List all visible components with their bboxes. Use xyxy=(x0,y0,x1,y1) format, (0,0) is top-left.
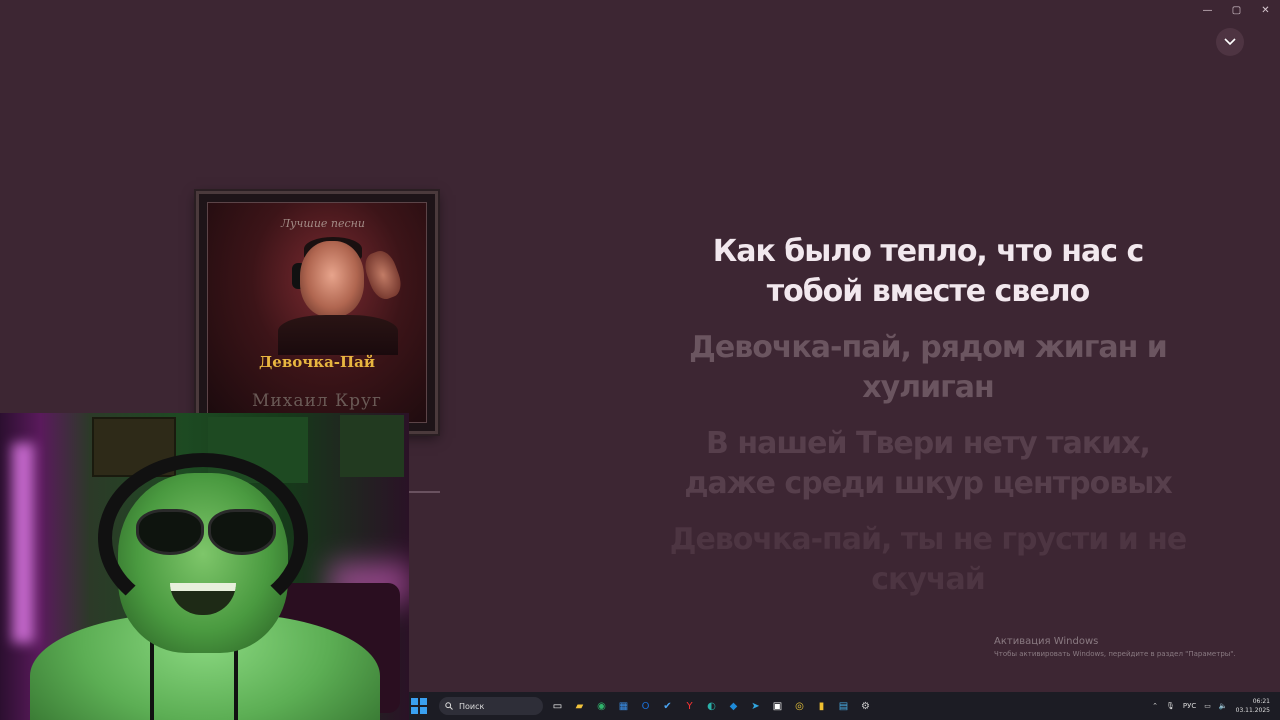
activation-title: Активация Windows xyxy=(994,636,1099,647)
lyric-text: Девочка-пай, ты не грусти и не xyxy=(669,522,1188,557)
system-tray: ⌃ 🎙 РУС ▭ 🔈 06:21 03.11.2025 xyxy=(1152,697,1280,715)
windows-activation-watermark: Активация Windows Чтобы активировать Win… xyxy=(994,636,1236,658)
windows-taskbar: Поиск ▭ ▰ ◉ ▦ O ✔ Y ◐ ◆ ➤ ▣ ◎ ▮ ▤ ⚙ ⌃ 🎙 РУС ▭ 🔈 06:21 … xyxy=(409,692,1280,720)
lyric-text: скучай xyxy=(871,562,986,597)
artist-body xyxy=(278,315,398,355)
telegram-icon[interactable]: ➤ xyxy=(747,698,764,715)
webcam-overlay xyxy=(0,413,409,720)
maximize-button[interactable]: ▢ xyxy=(1222,0,1251,20)
led-light xyxy=(12,443,34,643)
album-artwork: Лучшие песни Девочка-Пай Михаил Круг xyxy=(207,202,427,423)
settings-icon[interactable]: ⚙ xyxy=(857,698,874,715)
taskbar-clock[interactable]: 06:21 03.11.2025 xyxy=(1236,697,1270,715)
lyric-line-active[interactable]: Как было тепло, что нас с тобой вместе с… xyxy=(640,232,1216,312)
app-icon-4[interactable]: ▮ xyxy=(813,698,830,715)
lyric-text: тобой вместе свело xyxy=(766,274,1091,309)
edge-icon[interactable]: ◉ xyxy=(593,698,610,715)
app-icon-3[interactable]: ▣ xyxy=(769,698,786,715)
lyric-text: Как было тепло, что нас с xyxy=(712,234,1145,269)
start-button[interactable] xyxy=(411,698,427,714)
lyric-line[interactable]: В нашей Твери нету таких, даже среди шку… xyxy=(640,424,1216,504)
close-button[interactable]: ✕ xyxy=(1251,0,1280,20)
lyric-text: Девочка-пай, рядом жиган и xyxy=(689,330,1168,365)
app-icon-2[interactable]: ◆ xyxy=(725,698,742,715)
file-explorer-icon[interactable]: ▰ xyxy=(571,698,588,715)
album-cover: Лучшие песни Девочка-Пай Михаил Круг xyxy=(196,191,438,434)
volume-icon[interactable]: 🔈 xyxy=(1219,702,1228,710)
window-controls: — ▢ ✕ xyxy=(1193,0,1280,20)
clock-date: 03.11.2025 xyxy=(1235,707,1270,714)
album-title: Девочка-Пай xyxy=(258,353,376,371)
search-placeholder: Поиск xyxy=(459,701,485,711)
chevron-up-icon[interactable]: ⌃ xyxy=(1152,702,1158,710)
yandex-browser-icon[interactable]: Y xyxy=(681,698,698,715)
progress-bar-fragment[interactable] xyxy=(408,491,440,493)
artist-hand xyxy=(360,247,406,303)
sunglasses-lens-left xyxy=(136,509,204,555)
lyric-text: хулиган xyxy=(862,370,995,405)
todo-icon[interactable]: ✔ xyxy=(659,698,676,715)
microphone-icon[interactable]: 🎙 xyxy=(1166,702,1175,710)
taskbar-search[interactable]: Поиск xyxy=(439,697,543,715)
search-icon xyxy=(445,702,453,710)
album-artist: Михаил Круг xyxy=(252,391,382,411)
clock-time: 06:21 xyxy=(1252,698,1270,705)
outlook-icon[interactable]: O xyxy=(637,698,654,715)
sunglasses-lens-right xyxy=(208,509,276,555)
chevron-down-icon xyxy=(1224,38,1236,46)
taskbar-app-icons: ▭ ▰ ◉ ▦ O ✔ Y ◐ ◆ ➤ ▣ ◎ ▮ ▤ ⚙ xyxy=(549,698,874,715)
activation-subtitle: Чтобы активировать Windows, перейдите в … xyxy=(994,650,1236,658)
chrome-icon[interactable]: ◎ xyxy=(791,698,808,715)
lyric-text: В нашей Твери нету таких, xyxy=(706,426,1151,461)
minimize-button[interactable]: — xyxy=(1193,0,1222,20)
store-icon[interactable]: ▦ xyxy=(615,698,632,715)
lyric-text: даже среди шкур центровых xyxy=(684,466,1172,501)
lyric-line[interactable]: Девочка-пай, ты не грусти и не скучай xyxy=(640,520,1216,600)
app-icon-1[interactable]: ◐ xyxy=(703,698,720,715)
wall-poster xyxy=(340,415,404,477)
lyric-line[interactable]: Девочка-пай, рядом жиган и хулиган xyxy=(640,328,1216,408)
input-language[interactable]: РУС xyxy=(1183,702,1196,710)
app-icon-5[interactable]: ▤ xyxy=(835,698,852,715)
lyrics-panel: Как было тепло, что нас с тобой вместе с… xyxy=(640,232,1216,616)
network-icon[interactable]: ▭ xyxy=(1204,702,1211,710)
task-view-icon[interactable]: ▭ xyxy=(549,698,566,715)
collapse-player-button[interactable] xyxy=(1216,28,1244,56)
windows-logo-icon xyxy=(411,698,418,705)
album-script-text: Лучшие песни xyxy=(281,217,365,230)
artist-photo xyxy=(300,241,364,317)
hoodie-cord xyxy=(150,633,154,720)
